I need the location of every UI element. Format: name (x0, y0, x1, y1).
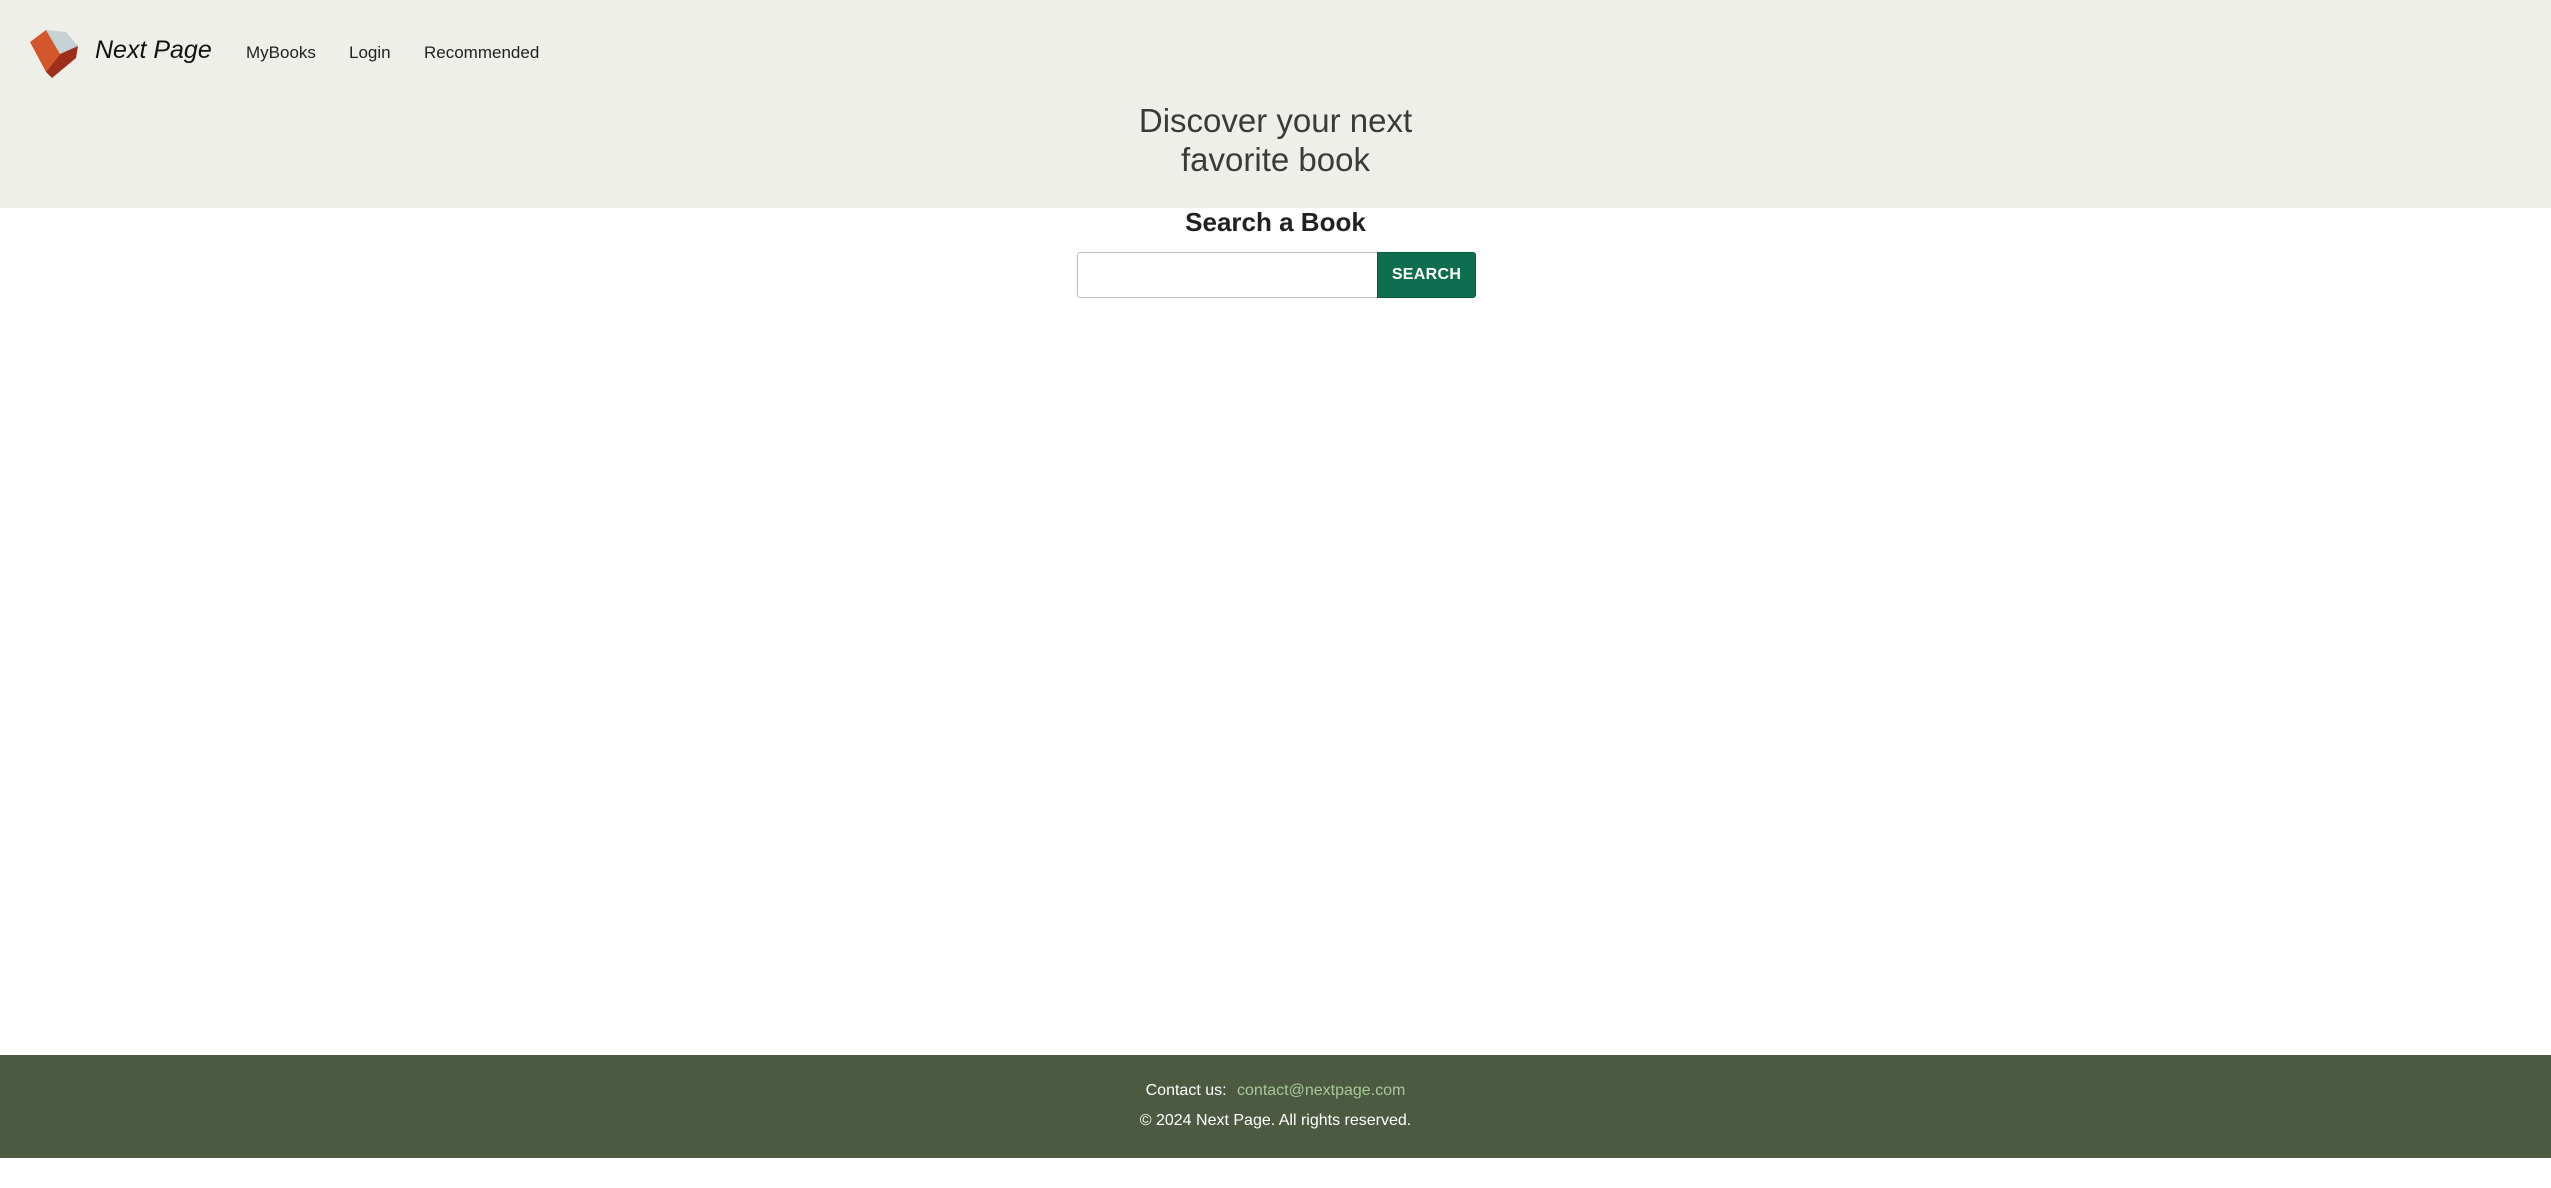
contact-label: Contact us: (1145, 1082, 1227, 1099)
nav-link-mybooks[interactable]: MyBooks (246, 43, 316, 63)
nav-link-login[interactable]: Login (349, 43, 391, 63)
hero-title: Discover your next favorite book (0, 101, 2551, 179)
nav-link-recommended[interactable]: Recommended (424, 43, 539, 63)
page: Next Page MyBooks Login Recommended Disc… (0, 0, 2551, 1188)
search-heading: Search a Book (1185, 207, 1366, 237)
contact-email-link[interactable]: contact@nextpage.com (1237, 1082, 1405, 1099)
cube-logo-icon[interactable] (28, 28, 80, 80)
hero-title-line2: favorite book (1181, 141, 1370, 178)
copyright-text: © 2024 Next Page. All rights reserved. (1139, 1112, 1412, 1129)
brand-name[interactable]: Next Page (95, 34, 212, 66)
footer-contact: Contact us: contact@nextpage.com (0, 1081, 2551, 1101)
hero-title-line1: Discover your next (1138, 102, 1413, 139)
footer (0, 1055, 2551, 1158)
header: Next Page MyBooks Login Recommended Disc… (0, 0, 2551, 208)
search-input[interactable] (1077, 252, 1377, 298)
search-button[interactable]: SEARCH (1377, 252, 1476, 298)
